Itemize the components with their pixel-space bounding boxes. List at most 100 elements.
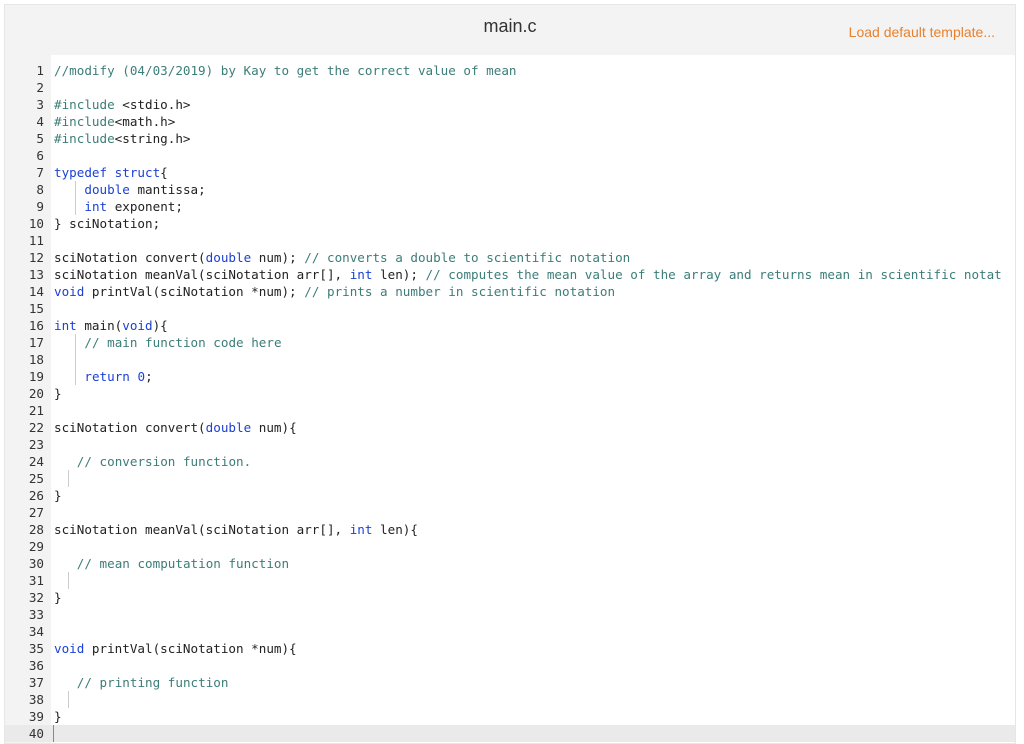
code-line[interactable]: 30 // mean computation function	[5, 555, 1015, 572]
code-token: exponent;	[107, 199, 183, 214]
code-line[interactable]: 24 // conversion function.	[5, 453, 1015, 470]
code-line[interactable]: 3 #include <stdio.h>	[5, 96, 1015, 113]
indent-guide	[67, 470, 69, 487]
code-line[interactable]: 35 void printVal(sciNotation *num){	[5, 640, 1015, 657]
code-line[interactable]: 18	[5, 351, 1015, 368]
code-line[interactable]: 21	[5, 402, 1015, 419]
code-token: printVal(sciNotation *num);	[84, 284, 305, 299]
code-line[interactable]: 40	[5, 725, 1015, 742]
code-line[interactable]: 20}	[5, 385, 1015, 402]
code-line[interactable]: 4 #include<math.h>	[5, 113, 1015, 130]
code-line[interactable]: 14 void printVal(sciNotation *num); // pr…	[5, 283, 1015, 300]
code-line[interactable]: 15	[5, 300, 1015, 317]
line-number: 2	[36, 80, 44, 95]
code-text: #include<string.h>	[54, 130, 191, 147]
line-number: 1	[36, 63, 44, 78]
code-editor[interactable]: 1 //modify (04/03/2019) by Kay to get the…	[5, 55, 1015, 743]
code-token: sciNotation convert(	[54, 250, 206, 265]
code-line[interactable]: 34	[5, 623, 1015, 640]
code-text: int main(void){	[54, 317, 168, 334]
code-line[interactable]: 11	[5, 232, 1015, 249]
code-line[interactable]: 26}	[5, 487, 1015, 504]
code-token: #include	[54, 97, 123, 112]
line-number: 29	[28, 539, 44, 554]
code-text: void printVal(sciNotation *num); // prin…	[54, 283, 615, 300]
code-line[interactable]: 38	[5, 691, 1015, 708]
code-line[interactable]: 31	[5, 572, 1015, 589]
code-line[interactable]: 9 int exponent;	[5, 198, 1015, 215]
indent-guide	[75, 334, 77, 351]
indent-guide	[75, 351, 77, 368]
line-number: 15	[28, 301, 44, 316]
line-number: 7	[36, 165, 44, 180]
code-line[interactable]: 1 //modify (04/03/2019) by Kay to get the…	[5, 62, 1015, 79]
line-number: 9	[36, 199, 44, 214]
line-number: 11	[28, 233, 44, 248]
line-number: 26	[28, 488, 44, 503]
code-line[interactable]: 39}	[5, 708, 1015, 725]
code-text: }	[54, 487, 62, 504]
code-line[interactable]: 25	[5, 470, 1015, 487]
code-line[interactable]: 13 sciNotation meanVal(sciNotation arr[],…	[5, 266, 1015, 283]
code-line[interactable]: 28 sciNotation meanVal(sciNotation arr[],…	[5, 521, 1015, 538]
code-token: void	[54, 641, 85, 656]
code-line[interactable]: 36	[5, 657, 1015, 674]
line-number: 35	[28, 641, 44, 656]
line-number: 21	[28, 403, 44, 418]
code-token: typedef struct	[54, 165, 161, 180]
code-text: void printVal(sciNotation *num){	[54, 640, 297, 657]
line-number: 31	[28, 573, 44, 588]
code-line[interactable]: 8 double mantissa;	[5, 181, 1015, 198]
line-number: 12	[28, 250, 44, 265]
code-line[interactable]: 29	[5, 538, 1015, 555]
code-line[interactable]: 16 int main(void){	[5, 317, 1015, 334]
line-number: 32	[28, 590, 44, 605]
text-cursor	[53, 725, 54, 742]
code-line[interactable]: 37 // printing function	[5, 674, 1015, 691]
code-text: } sciNotation;	[54, 215, 160, 232]
code-token: // mean computation function	[76, 556, 290, 571]
indent-guide	[75, 198, 77, 215]
code-token: double	[205, 420, 252, 435]
indent-guide	[67, 572, 69, 589]
code-token: {	[160, 165, 168, 180]
code-line[interactable]: 22 sciNotation convert(double num){	[5, 419, 1015, 436]
code-lines[interactable]: 1 //modify (04/03/2019) by Kay to get the…	[5, 62, 1015, 742]
code-line[interactable]: 19 return 0;	[5, 368, 1015, 385]
code-token: }	[54, 488, 62, 503]
code-line[interactable]: 7 typedef struct{	[5, 164, 1015, 181]
code-line[interactable]: 10} sciNotation;	[5, 215, 1015, 232]
line-number: 3	[36, 97, 44, 112]
code-line[interactable]: 6	[5, 147, 1015, 164]
line-number: 27	[28, 505, 44, 520]
code-text: typedef struct{	[54, 164, 168, 181]
code-token: sciNotation meanVal(sciNotation arr[],	[54, 522, 350, 537]
code-line[interactable]: 27	[5, 504, 1015, 521]
indent-guide	[75, 368, 77, 385]
line-number: 33	[28, 607, 44, 622]
line-number: 8	[36, 182, 44, 197]
code-line[interactable]: 33	[5, 606, 1015, 623]
code-line[interactable]: 17 // main function code here	[5, 334, 1015, 351]
line-number: 14	[28, 284, 44, 299]
indent-guide	[67, 691, 69, 708]
code-token: num){	[251, 420, 297, 435]
code-line[interactable]: 32}	[5, 589, 1015, 606]
code-text: #include <stdio.h>	[54, 96, 191, 113]
line-number: 19	[28, 369, 44, 384]
line-number: 28	[28, 522, 44, 537]
code-token: //modify (04/03/2019) by Kay to get the …	[54, 63, 517, 78]
code-line[interactable]: 23	[5, 436, 1015, 453]
code-line[interactable]: 12 sciNotation convert(double num); // co…	[5, 249, 1015, 266]
code-line[interactable]: 5 #include<string.h>	[5, 130, 1015, 147]
code-token: int	[54, 318, 77, 333]
line-number: 25	[28, 471, 44, 486]
load-default-template-link[interactable]: Load default template...	[849, 24, 995, 40]
code-line[interactable]: 2	[5, 79, 1015, 96]
code-text: return 0;	[84, 368, 152, 385]
line-number: 30	[28, 556, 44, 571]
line-number: 20	[28, 386, 44, 401]
code-token: // computes the mean value of the array …	[425, 267, 1002, 282]
code-token: <string.h>	[114, 131, 191, 146]
code-token: <math.h>	[114, 114, 176, 129]
